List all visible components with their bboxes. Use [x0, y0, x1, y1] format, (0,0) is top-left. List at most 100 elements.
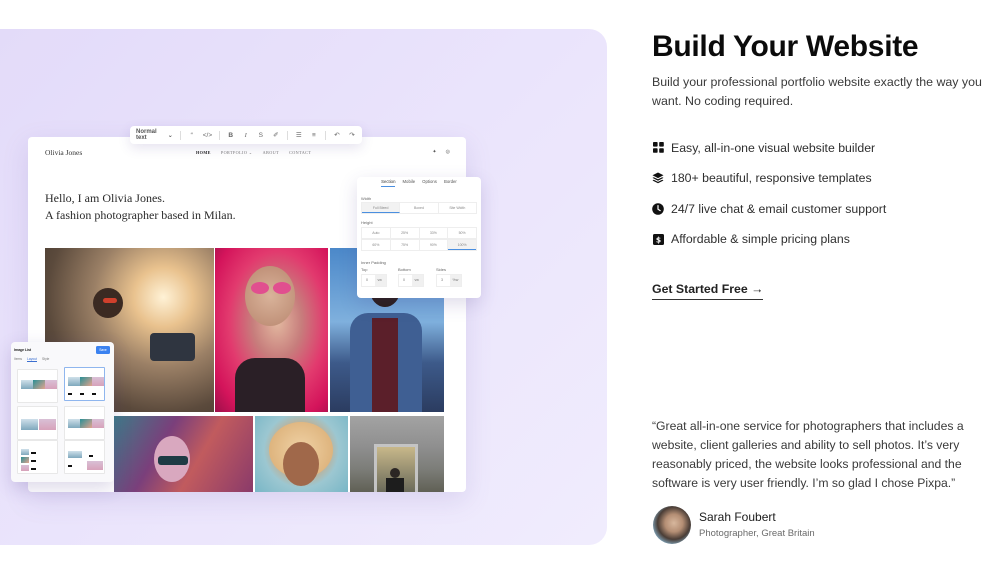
gallery-photo-6 — [350, 416, 444, 492]
padding-sides-unit: %w — [449, 275, 461, 286]
width-label: Width — [361, 196, 372, 201]
height-option-selected[interactable]: 100% — [448, 240, 476, 250]
feature-text: 24/7 live chat & email customer support — [671, 201, 887, 216]
bold-icon[interactable]: B — [227, 132, 235, 139]
site-heading: Hello, I am Olivia Jones. A fashion phot… — [45, 190, 236, 224]
settings-tabs: Section Mobile Options Border — [357, 179, 481, 187]
layers-icon — [652, 172, 664, 184]
padding-top-value: 0 — [366, 278, 368, 282]
get-started-link[interactable]: Get Started Free → — [652, 282, 764, 300]
site-logo: Olivia Jones — [45, 148, 83, 157]
layout-option-2-selected[interactable] — [64, 367, 105, 401]
text-format-toolbar: Normal text ⌄ “ </> B I S ✐ ☰ ≡ ↶ ↷ — [130, 126, 362, 144]
height-option[interactable]: 50% — [448, 228, 476, 238]
height-option[interactable]: 75% — [391, 240, 420, 250]
avatar — [653, 506, 691, 544]
height-label: Height — [361, 220, 373, 225]
save-button[interactable]: Save — [96, 346, 110, 354]
padding-bottom-unit: vw — [411, 275, 423, 286]
toolbar-divider — [218, 130, 220, 140]
grid-icon — [652, 142, 664, 154]
height-options-row-1: Auto 25% 33% 50% — [361, 227, 477, 239]
feature-item: 180+ beautiful, responsive templates — [652, 171, 886, 186]
undo-icon[interactable]: ↶ — [333, 131, 341, 139]
gallery-photo-4 — [114, 416, 253, 492]
italic-icon[interactable]: I — [242, 132, 250, 139]
twitter-icon[interactable]: ✦ — [432, 149, 436, 155]
feature-item: Easy, all-in-one visual website builder — [652, 140, 886, 155]
tab-layout[interactable]: Layout — [27, 357, 37, 362]
hero-preview-panel: Olivia Jones HOME PORTFOLIO ⌄ ABOUT CONT… — [0, 29, 607, 545]
redo-icon[interactable]: ↷ — [348, 131, 356, 139]
clock-icon — [652, 202, 664, 215]
chevron-down-icon: ⌄ — [167, 132, 173, 139]
dollar-icon: $ — [652, 233, 664, 245]
image-list-panel: Image List Save Items Layout Style — [11, 342, 114, 482]
site-menu-contact[interactable]: CONTACT — [289, 150, 311, 155]
width-option-full-bleed[interactable]: Full Bleed — [362, 203, 401, 213]
toolbar-divider — [324, 130, 326, 140]
code-icon[interactable]: </> — [203, 132, 212, 139]
section-settings-panel: Section Mobile Options Border Width Full… — [357, 177, 481, 298]
site-heading-line-2: A fashion photographer based in Milan. — [45, 208, 236, 222]
feature-item: 24/7 live chat & email customer support — [652, 201, 886, 216]
numbered-list-icon[interactable]: ≡ — [310, 132, 318, 139]
strikethrough-icon[interactable]: S — [257, 132, 265, 139]
tab-options[interactable]: Options — [422, 179, 437, 187]
padding-bottom-label: Bottom — [398, 267, 411, 272]
tab-section[interactable]: Section — [381, 179, 396, 187]
tab-items[interactable]: Items — [14, 357, 22, 362]
height-option[interactable]: 90% — [420, 240, 449, 250]
padding-bottom-value: 0 — [403, 278, 405, 282]
tab-border[interactable]: Border — [444, 179, 457, 187]
feature-text: Easy, all-in-one visual website builder — [671, 140, 876, 155]
width-option-boxed[interactable]: Boxed — [400, 203, 439, 213]
page-subtitle: Build your professional portfolio websit… — [652, 75, 982, 108]
gallery-photo-5 — [255, 416, 348, 492]
layout-option-4[interactable] — [64, 406, 105, 440]
padding-sides-value: 3 — [441, 278, 443, 282]
text-style-dropdown[interactable]: Normal text ⌄ — [136, 129, 173, 141]
tab-style[interactable]: Style — [42, 357, 49, 362]
layout-option-3[interactable] — [17, 406, 58, 440]
inner-padding-label: Inner Padding — [361, 260, 386, 265]
padding-sides-input[interactable]: 3 %w — [436, 274, 462, 287]
padding-top-label: Top — [361, 267, 368, 272]
site-menu: HOME PORTFOLIO ⌄ ABOUT CONTACT — [196, 150, 311, 155]
height-options-row-2: 60% 75% 90% 100% — [361, 239, 477, 251]
layout-option-5[interactable] — [17, 440, 58, 474]
instagram-icon[interactable]: ◎ — [446, 149, 450, 155]
width-option-site-width[interactable]: Site Width — [439, 203, 476, 213]
feature-text: 180+ beautiful, responsive templates — [671, 171, 872, 185]
height-option[interactable]: Auto — [362, 228, 391, 238]
tab-mobile[interactable]: Mobile — [402, 179, 415, 187]
height-option[interactable]: 60% — [362, 240, 391, 250]
feature-item: $ Affordable & simple pricing plans — [652, 232, 886, 247]
bullet-list-icon[interactable]: ☰ — [295, 131, 303, 139]
toolbar-divider — [179, 130, 181, 140]
site-menu-about[interactable]: ABOUT — [263, 150, 279, 155]
site-social: ✦ ◎ — [432, 149, 450, 155]
site-heading-line-1: Hello, I am Olivia Jones. — [45, 191, 165, 205]
gallery-photo-2 — [215, 248, 328, 412]
padding-bottom-input[interactable]: 0 vw — [398, 274, 424, 287]
width-options: Full Bleed Boxed Site Width — [361, 202, 477, 214]
page-title: Build Your Website — [652, 30, 919, 63]
site-menu-home[interactable]: HOME — [196, 150, 211, 155]
layout-option-6[interactable] — [64, 440, 105, 474]
feature-text: Affordable & simple pricing plans — [671, 232, 850, 246]
height-option[interactable]: 33% — [420, 228, 449, 238]
text-style-label: Normal text — [136, 129, 157, 141]
feature-list: Easy, all-in-one visual website builder … — [652, 140, 886, 262]
padding-sides-label: Sides — [436, 267, 447, 272]
site-menu-portfolio[interactable]: PORTFOLIO ⌄ — [221, 150, 253, 155]
padding-top-input[interactable]: 0 vw — [361, 274, 387, 287]
height-option[interactable]: 25% — [391, 228, 420, 238]
image-list-tabs: Items Layout Style — [14, 357, 49, 362]
testimonial-quote: “Great all-in-one service for photograph… — [652, 419, 964, 490]
quote-icon[interactable]: “ — [188, 132, 196, 139]
padding-top-unit: vw — [374, 275, 386, 286]
layout-option-1[interactable] — [17, 369, 58, 403]
link-icon[interactable]: ✐ — [272, 131, 280, 139]
toolbar-divider — [286, 130, 288, 140]
